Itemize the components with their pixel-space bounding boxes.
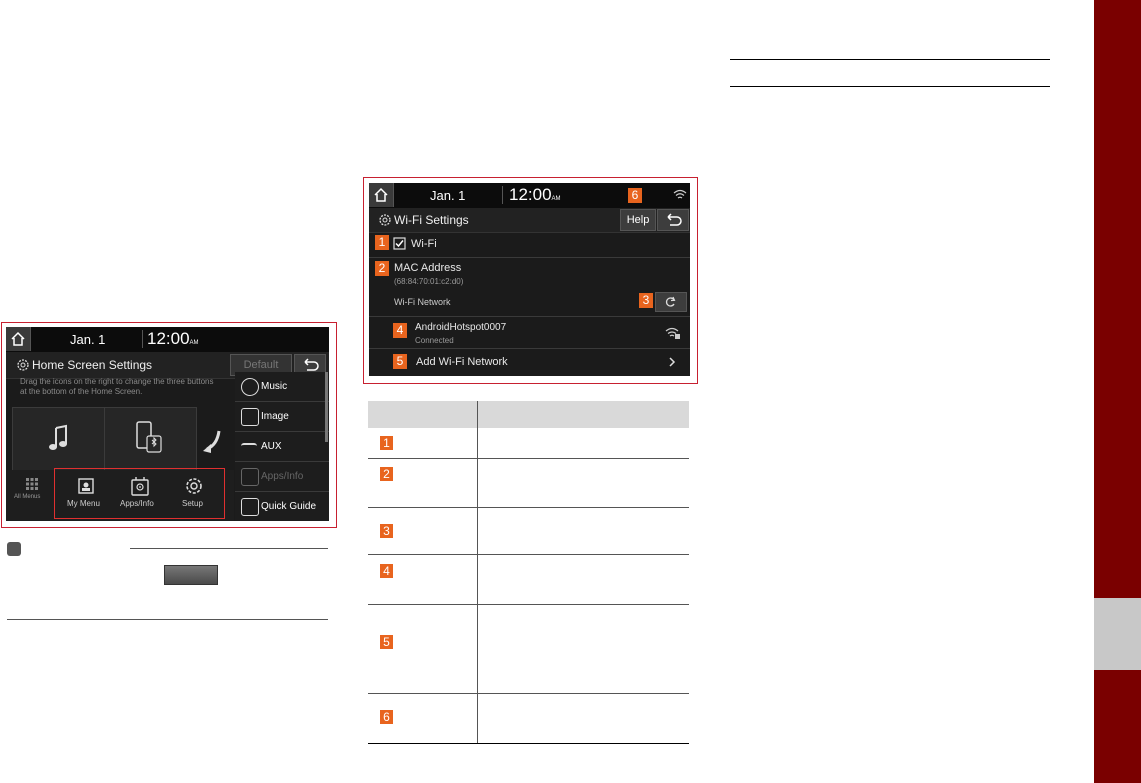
- hotspot-name: AndroidHotspot0007: [415, 322, 507, 333]
- table-bottom-border: [368, 743, 689, 744]
- wifi-icon: [673, 189, 687, 199]
- guide-icon: [241, 498, 259, 516]
- checkbox-icon[interactable]: [393, 237, 406, 250]
- table-row-divider: [368, 554, 689, 555]
- home-button[interactable]: [6, 327, 31, 351]
- side-item-quick-guide[interactable]: Quick Guide: [235, 492, 329, 521]
- note-button-graphic: [164, 565, 218, 585]
- table-row-divider: [368, 458, 689, 459]
- badge-3: 3: [639, 293, 653, 308]
- date-label: Jan. 1: [70, 332, 106, 347]
- badge-4: 4: [393, 323, 407, 338]
- wifi-settings-screen: Jan. 1 12:00AM 6 Wi-Fi Settings Help 1 W…: [369, 183, 690, 376]
- table-badge-4: 4: [380, 564, 393, 578]
- image-icon: [241, 408, 259, 426]
- phone-tile[interactable]: [104, 407, 197, 471]
- wifi-toggle-row[interactable]: 1 Wi-Fi: [369, 232, 690, 258]
- status-bar: Jan. 1 12:00AM: [6, 327, 329, 352]
- hotspot-row[interactable]: 4 AndroidHotspot0007 Connected: [369, 317, 690, 349]
- header-rule-bottom: [730, 86, 1050, 87]
- all-menus-label: All Menus: [14, 494, 41, 500]
- wifi-lock-icon: [665, 327, 680, 339]
- help-button[interactable]: Help: [620, 209, 656, 231]
- wifi-label: Wi-Fi: [411, 238, 437, 250]
- badge-2: 2: [375, 261, 389, 276]
- network-label: Wi-Fi Network: [394, 297, 451, 307]
- note-rule-bottom: [7, 619, 328, 620]
- table-badge-5: 5: [380, 635, 393, 649]
- home-button[interactable]: [369, 183, 394, 207]
- chevron-right-icon: [669, 357, 676, 367]
- side-item-image[interactable]: Image: [235, 402, 329, 432]
- back-button[interactable]: [657, 209, 689, 231]
- add-network-row[interactable]: 5 Add Wi-Fi Network: [369, 349, 690, 376]
- apps-icon: [241, 468, 259, 486]
- table-column-divider: [477, 401, 478, 743]
- aux-icon: [241, 443, 257, 451]
- note-rule-top: [130, 548, 328, 549]
- page-title: Wi-Fi Settings: [394, 213, 469, 227]
- gear-icon: [379, 214, 391, 226]
- header-rule-top: [730, 59, 1050, 60]
- refresh-button[interactable]: [655, 292, 687, 312]
- table-row-divider: [368, 693, 689, 694]
- page-title: Home Screen Settings: [32, 358, 153, 372]
- home-screen-settings-screen: Jan. 1 12:00AM Home Screen Settings Defa…: [6, 327, 329, 521]
- all-menus-button[interactable]: All Menus: [12, 473, 52, 513]
- clock-label: 12:00AM: [509, 185, 561, 204]
- badge-1: 1: [375, 235, 389, 250]
- mac-value: (68:84:70:01:c2:d0): [394, 277, 464, 286]
- grid-icon: [26, 478, 38, 490]
- table-header: [368, 401, 689, 428]
- description-text: Drag the icons on the right to change th…: [20, 377, 214, 396]
- date-label: Jan. 1: [430, 188, 466, 203]
- mac-network-block: 2 MAC Address (68:84:70:01:c2:d0) Wi-Fi …: [369, 258, 690, 317]
- chapter-edge-tab-highlight: [1094, 598, 1141, 670]
- side-item-music[interactable]: Music: [235, 372, 329, 402]
- refresh-icon: [665, 296, 676, 307]
- arrow-down-left-icon: [203, 430, 221, 453]
- music-tile[interactable]: [12, 407, 105, 471]
- gear-icon: [17, 359, 29, 371]
- note-bullet: [7, 542, 21, 556]
- table-badge-6: 6: [380, 710, 393, 724]
- table-row-divider: [368, 507, 689, 508]
- home-icon: [11, 331, 25, 346]
- title-bar: Wi-Fi Settings Help: [369, 208, 690, 233]
- music-icon: [49, 424, 67, 450]
- badge-6: 6: [628, 188, 642, 203]
- home-icon: [374, 187, 388, 202]
- hotspot-status: Connected: [415, 336, 454, 345]
- table-badge-2: 2: [380, 467, 393, 481]
- side-item-apps-info[interactable]: Apps/Info: [235, 462, 329, 492]
- table-badge-1: 1: [380, 436, 393, 450]
- highlight-box: [54, 468, 225, 519]
- table-badge-3: 3: [380, 524, 393, 538]
- scrollbar[interactable]: [325, 372, 328, 442]
- clock-label: 12:00AM: [147, 329, 199, 348]
- status-bar: Jan. 1 12:00AM 6: [369, 183, 690, 208]
- table-row-divider: [368, 604, 689, 605]
- add-network-label: Add Wi-Fi Network: [416, 356, 508, 368]
- badge-5: 5: [393, 354, 407, 369]
- phone-bluetooth-icon: [136, 421, 162, 453]
- side-item-aux[interactable]: AUX: [235, 432, 329, 462]
- mac-label: MAC Address: [394, 262, 462, 274]
- back-icon: [667, 213, 682, 226]
- music-icon: [241, 378, 259, 396]
